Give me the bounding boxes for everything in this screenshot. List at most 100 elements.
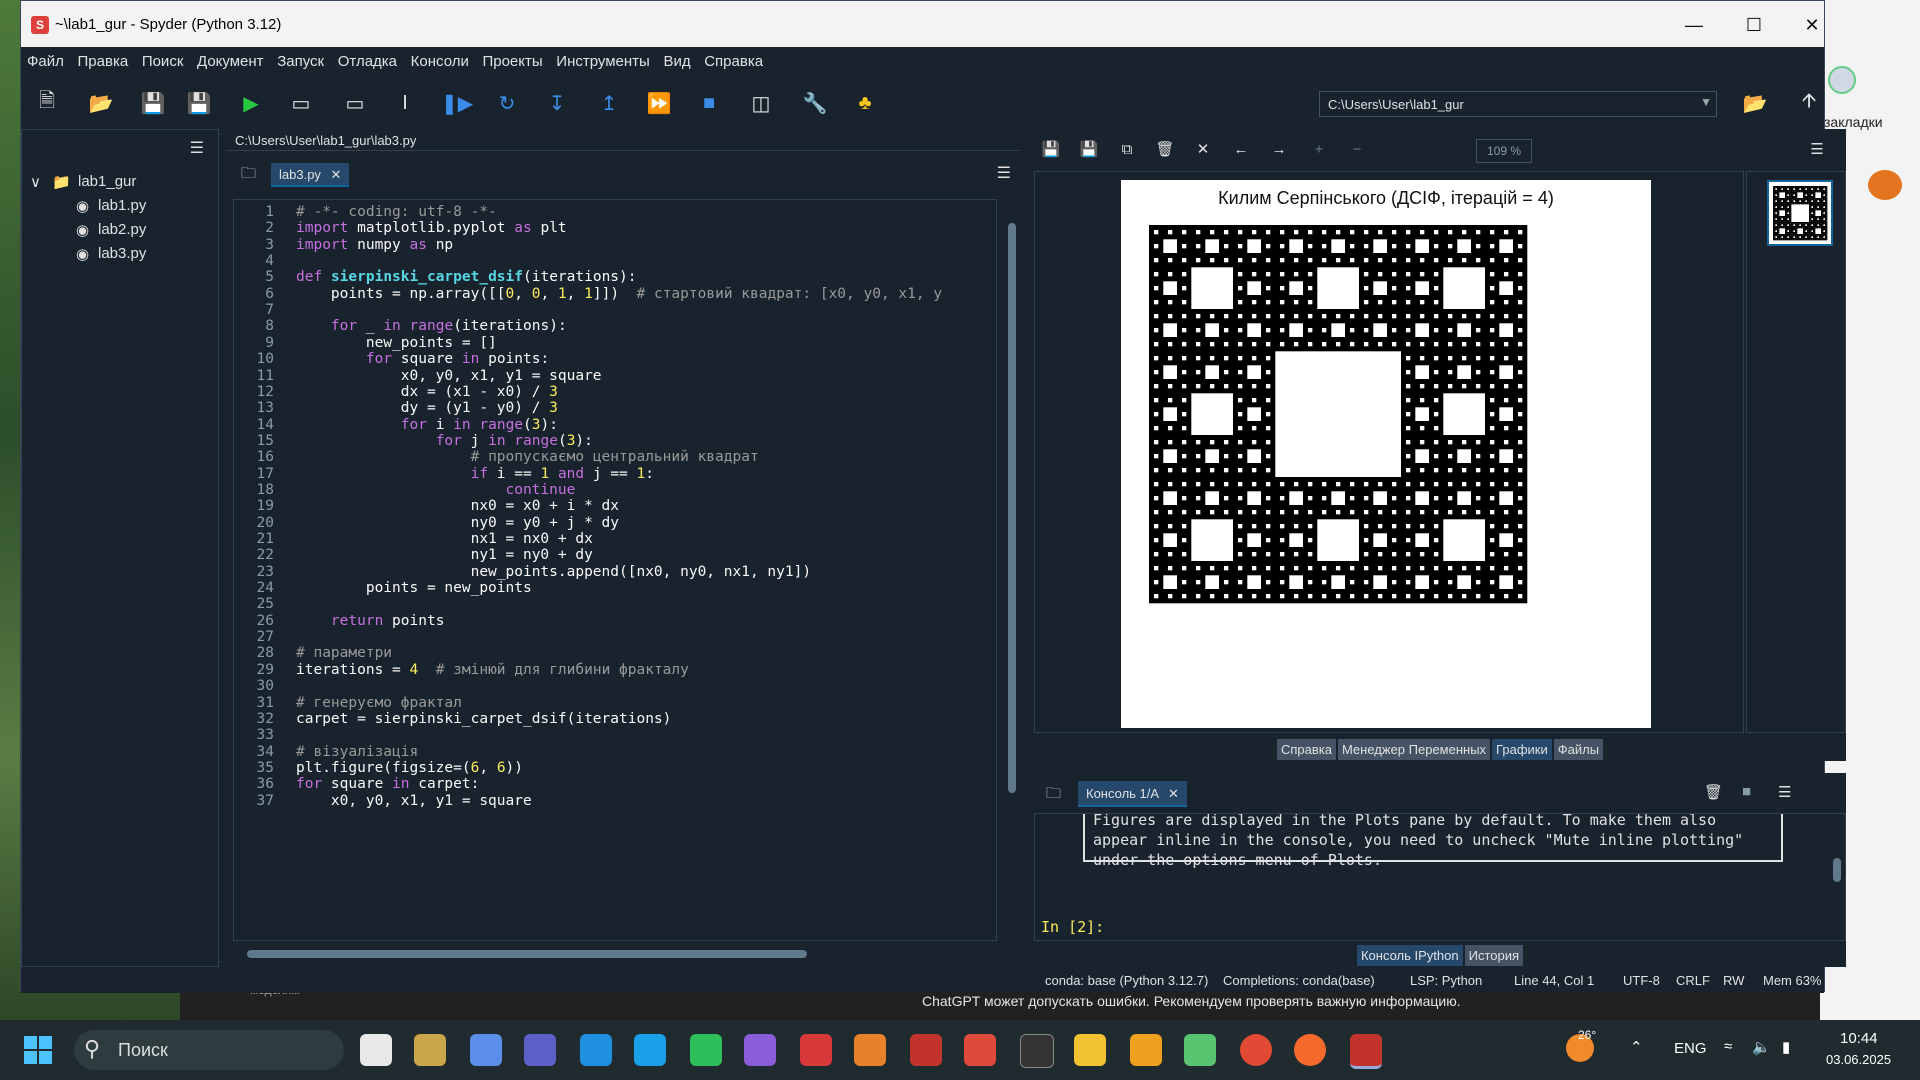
- maximize-button[interactable]: ☐: [1731, 11, 1777, 39]
- carpet-square: [1177, 290, 1182, 296]
- carpet-square: [1485, 411, 1490, 417]
- close-button[interactable]: ✕: [1789, 11, 1835, 39]
- chevron-down-icon[interactable]: ∨: [30, 173, 41, 191]
- carpet-square: [1177, 304, 1182, 310]
- carpet-square: [1513, 369, 1518, 375]
- step-into-icon[interactable]: ↧: [543, 89, 571, 117]
- remove-all-plots-icon[interactable]: ✕: [1190, 137, 1216, 163]
- next-plot-icon[interactable]: →: [1266, 137, 1292, 163]
- tree-folder-root[interactable]: ∨ 📁 lab1_gur: [22, 170, 218, 194]
- scrollbar-thumb[interactable]: [1008, 223, 1016, 793]
- run-icon[interactable]: ▶: [237, 89, 265, 117]
- editor-horizontal-scrollbar[interactable]: [235, 949, 995, 959]
- plot-thumbnail[interactable]: [1767, 180, 1833, 246]
- folder-icon: 📁: [52, 174, 71, 191]
- editor-vertical-scrollbar[interactable]: [1007, 211, 1017, 941]
- menu-file[interactable]: Файл: [21, 47, 68, 70]
- step-over-icon[interactable]: ↻: [493, 89, 521, 117]
- carpet-square: [1508, 304, 1514, 310]
- menu-search[interactable]: Поиск: [136, 47, 188, 70]
- tree-file[interactable]: ◉ lab1.py: [22, 194, 218, 218]
- code-line: iterations = 4 # змінюй для глибини фрак…: [296, 661, 689, 678]
- carpet-square: [1265, 584, 1271, 590]
- editor-tab[interactable]: lab3.py ✕: [271, 163, 350, 187]
- pane-menu-icon[interactable]: ☰: [190, 138, 204, 158]
- previous-plot-icon[interactable]: ←: [1228, 137, 1254, 163]
- editor-options-icon[interactable]: ☰: [997, 163, 1011, 183]
- carpet-square: [1373, 262, 1378, 268]
- carpet-square: [1275, 299, 1280, 305]
- carpet-square: [1163, 393, 1168, 398]
- minimize-button[interactable]: —: [1671, 11, 1717, 39]
- run-cell-icon[interactable]: ▭: [287, 89, 315, 117]
- open-file-icon[interactable]: 📂: [87, 89, 115, 117]
- save-all-plots-icon[interactable]: 💾: [1076, 137, 1102, 163]
- menu-source[interactable]: Документ: [191, 47, 268, 70]
- menu-projects[interactable]: Проекты: [476, 47, 546, 70]
- tree-file[interactable]: ◉ lab2.py: [22, 218, 218, 242]
- code-editor[interactable]: 1 2 3 4 5 6 7 8 9 10 11 12 13 14 15 16 17 18 19 20 21 22 23 24 2…: [233, 199, 997, 941]
- line-number: 5: [265, 269, 274, 286]
- profile-avatar[interactable]: [1828, 66, 1856, 94]
- carpet-square: [1499, 481, 1504, 487]
- scrollbar-thumb[interactable]: [247, 950, 807, 958]
- carpet-square: [1513, 267, 1518, 272]
- maximize-pane-icon[interactable]: ◫: [747, 89, 775, 117]
- carpet-square: [1485, 449, 1490, 454]
- zoom-level-field[interactable]: 109 %: [1476, 139, 1532, 163]
- new-file-icon[interactable]: 🗎: [33, 89, 61, 117]
- menu-edit[interactable]: Правка: [72, 47, 133, 70]
- browse-folder-icon[interactable]: 📂: [1741, 89, 1769, 117]
- save-icon[interactable]: 💾: [139, 89, 167, 117]
- browse-tabs-icon[interactable]: 🗀: [241, 163, 256, 188]
- menu-view[interactable]: Вид: [657, 47, 694, 70]
- copy-plot-icon[interactable]: ⧉: [1114, 137, 1140, 163]
- parent-directory-icon[interactable]: 🡩: [1795, 89, 1823, 117]
- menu-help[interactable]: Справка: [698, 47, 767, 70]
- carpet-square: [1228, 439, 1234, 445]
- carpet-square: [1415, 402, 1420, 408]
- carpet-square: [1186, 299, 1192, 305]
- carpet-square: [1233, 598, 1238, 604]
- carpet-square: [1522, 290, 1528, 296]
- carpet-square: [1382, 551, 1388, 557]
- run-selection-icon[interactable]: I: [391, 89, 419, 117]
- carpet-square: [1275, 323, 1280, 328]
- save-all-icon[interactable]: 💾: [185, 89, 213, 117]
- carpet-square: [1284, 570, 1290, 576]
- chevron-down-icon[interactable]: ▼: [1700, 95, 1712, 109]
- menu-consoles[interactable]: Консоли: [405, 47, 473, 70]
- step-out-icon[interactable]: ↥: [595, 89, 623, 117]
- save-plot-icon[interactable]: 💾: [1038, 137, 1064, 163]
- stop-debug-icon[interactable]: ■: [695, 89, 723, 117]
- carpet-square: [1270, 598, 1276, 604]
- menu-run[interactable]: Запуск: [271, 47, 328, 70]
- menu-debug[interactable]: Отладка: [332, 47, 401, 70]
- run-cell-advance-icon[interactable]: ▭: [341, 89, 369, 117]
- carpet-square: [1443, 388, 1448, 394]
- tree-file[interactable]: ◉ lab3.py: [22, 242, 218, 266]
- carpet-square: [1387, 341, 1392, 347]
- carpet-square: [1387, 486, 1392, 492]
- title-bar[interactable]: S ~\lab1_gur - Spyder (Python 3.12) — ☐ …: [21, 1, 1824, 47]
- plot-viewer[interactable]: Килим Серпінського (ДСІФ, ітерацій = 4): [1034, 171, 1744, 733]
- carpet-square: [1158, 365, 1164, 370]
- zoom-out-icon[interactable]: −: [1344, 137, 1370, 163]
- preferences-wrench-icon[interactable]: 🔧: [801, 89, 829, 117]
- debug-icon[interactable]: ❚▶: [441, 89, 473, 117]
- plots-options-icon[interactable]: ☰: [1804, 137, 1830, 163]
- carpet-square: [1415, 393, 1420, 398]
- carpet-square: [1261, 481, 1266, 487]
- bookmarks-label[interactable]: закладки: [1824, 114, 1883, 130]
- zoom-in-icon[interactable]: +: [1306, 137, 1332, 163]
- remove-plot-icon[interactable]: 🗑: [1152, 137, 1178, 163]
- menu-tools[interactable]: Инструменты: [550, 47, 654, 70]
- carpet-square: [1205, 444, 1210, 450]
- line-number: 1: [265, 204, 274, 220]
- continue-icon[interactable]: ⏩: [645, 89, 673, 117]
- working-directory-field[interactable]: C:\Users\User\lab1_gur ▼: [1319, 91, 1717, 117]
- carpet-square: [1177, 467, 1182, 473]
- close-tab-icon[interactable]: ✕: [331, 167, 342, 182]
- python-path-icon[interactable]: ♣: [851, 89, 879, 117]
- carpet-square: [1149, 243, 1154, 249]
